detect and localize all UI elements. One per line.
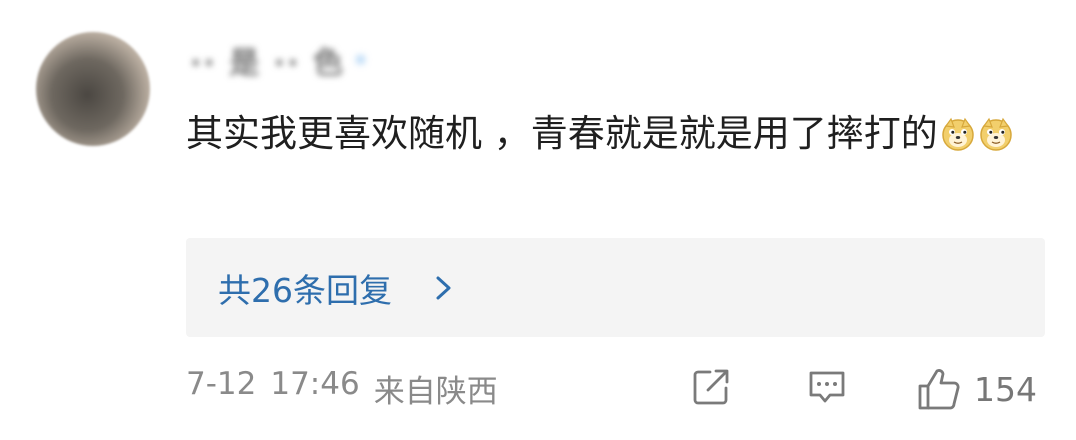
comment-location: 来自陕西 bbox=[373, 374, 498, 410]
like-button[interactable]: 154 bbox=[916, 366, 1037, 412]
thumbs-up-icon bbox=[918, 369, 960, 410]
chevron-right-icon bbox=[432, 276, 456, 300]
comment-time: 17:46 bbox=[270, 366, 360, 402]
replies-label: 共26条回复 bbox=[218, 270, 392, 310]
comment-meta: 7-12 17:46 来自陕西 bbox=[186, 366, 498, 411]
comment-body: 其实我更喜欢随机 ，青春就是就是用了摔打的 bbox=[186, 112, 938, 155]
username-text: ·· 是 ·· 色 bbox=[190, 46, 345, 81]
username-badge: · bbox=[354, 42, 369, 78]
share-button[interactable] bbox=[690, 366, 732, 408]
username[interactable]: ·· 是 ·· 色 · bbox=[190, 38, 530, 82]
share-icon bbox=[693, 369, 729, 405]
like-count: 154 bbox=[974, 369, 1037, 409]
comment-button[interactable] bbox=[806, 366, 848, 408]
comment-text: 其实我更喜欢随机 ，青春就是就是用了摔打的 bbox=[186, 102, 1036, 166]
replies-button[interactable]: 共26条回复 bbox=[186, 238, 1045, 337]
doge-emoji bbox=[980, 117, 1012, 151]
comment-icon bbox=[809, 371, 845, 403]
doge-emoji bbox=[942, 117, 974, 151]
comment-date: 7-12 bbox=[186, 366, 257, 402]
avatar[interactable] bbox=[36, 32, 150, 146]
